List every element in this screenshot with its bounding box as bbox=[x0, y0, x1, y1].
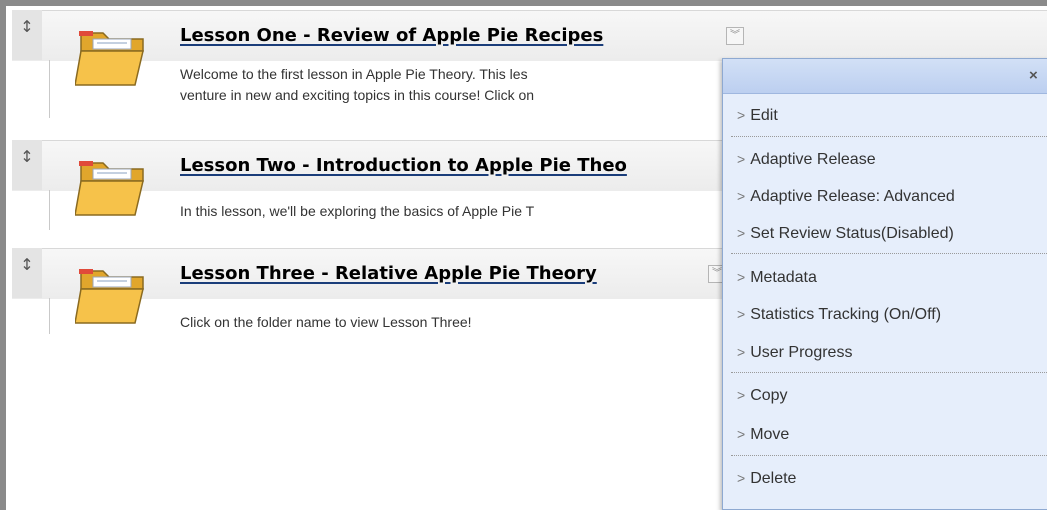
menu-separator bbox=[731, 455, 1047, 456]
item-divider bbox=[49, 190, 50, 230]
menu-item-label: Set Review Status(Disabled) bbox=[750, 225, 954, 242]
lesson-title-link[interactable]: Lesson Two - Introduction to Apple Pie T… bbox=[180, 155, 627, 176]
menu-item-adaptive-release-advanced[interactable]: > Adaptive Release: Advanced bbox=[737, 188, 955, 206]
menu-item-user-progress[interactable]: > User Progress bbox=[737, 344, 852, 362]
chevron-right-icon: > bbox=[737, 470, 746, 486]
chevron-right-icon: > bbox=[737, 188, 746, 204]
lesson-title-link[interactable]: Lesson Three - Relative Apple Pie Theory bbox=[180, 263, 597, 284]
chevron-right-icon: > bbox=[737, 151, 746, 167]
menu-item-label: Delete bbox=[750, 470, 797, 487]
chevron-down-icon[interactable]: ︾ bbox=[726, 27, 744, 45]
lesson-description: In this lesson, we'll be exploring the b… bbox=[180, 203, 535, 219]
drag-handle-icon[interactable]: ↕ bbox=[12, 10, 42, 60]
lesson-description: Welcome to the first lesson in Apple Pie… bbox=[180, 66, 528, 82]
folder-icon[interactable] bbox=[75, 155, 155, 219]
menu-item-adaptive-release[interactable]: > Adaptive Release bbox=[737, 151, 876, 169]
menu-item-move[interactable]: > Move bbox=[737, 426, 789, 444]
window-frame-top bbox=[0, 0, 1047, 6]
menu-item-label: Adaptive Release bbox=[750, 151, 876, 168]
menu-item-copy[interactable]: > Copy bbox=[737, 387, 788, 405]
menu-item-metadata[interactable]: > Metadata bbox=[737, 269, 817, 287]
item-divider bbox=[49, 298, 50, 334]
menu-item-label: User Progress bbox=[750, 344, 853, 361]
menu-item-label: Metadata bbox=[750, 269, 817, 286]
chevron-right-icon: > bbox=[737, 306, 746, 322]
item-divider bbox=[49, 60, 50, 118]
drag-handle-icon[interactable]: ↕ bbox=[12, 140, 42, 190]
lesson-title-link[interactable]: Lesson One - Review of Apple Pie Recipes bbox=[180, 25, 603, 46]
window-frame-left bbox=[0, 0, 6, 510]
menu-item-label: Adaptive Release: Advanced bbox=[750, 188, 955, 205]
folder-icon[interactable] bbox=[75, 263, 155, 327]
menu-item-label: Move bbox=[750, 426, 790, 443]
chevron-right-icon: > bbox=[737, 107, 746, 123]
menu-item-set-review-status[interactable]: > Set Review Status(Disabled) bbox=[737, 225, 954, 243]
chevron-right-icon: > bbox=[737, 225, 746, 241]
menu-item-label: Edit bbox=[750, 107, 778, 124]
menu-separator bbox=[731, 136, 1047, 137]
lesson-description: Click on the folder name to view Lesson … bbox=[180, 314, 472, 330]
menu-header bbox=[723, 59, 1047, 94]
chevron-right-icon: > bbox=[737, 344, 746, 360]
close-icon[interactable]: × bbox=[1029, 67, 1038, 84]
menu-item-statistics-tracking[interactable]: > Statistics Tracking (On/Off) bbox=[737, 306, 941, 324]
menu-separator bbox=[731, 372, 1047, 373]
item-context-menu: × > Edit > Adaptive Release > Adaptive Rele… bbox=[722, 58, 1047, 510]
chevron-right-icon: > bbox=[737, 426, 746, 442]
chevron-right-icon: > bbox=[737, 387, 746, 403]
lesson-description-line2: venture in new and exciting topics in th… bbox=[180, 87, 535, 103]
menu-item-delete[interactable]: > Delete bbox=[737, 470, 796, 488]
chevron-right-icon: > bbox=[737, 269, 746, 285]
menu-item-label: Statistics Tracking (On/Off) bbox=[750, 306, 942, 323]
folder-icon[interactable] bbox=[75, 25, 155, 89]
menu-separator bbox=[731, 253, 1047, 254]
drag-handle-icon[interactable]: ↕ bbox=[12, 248, 42, 298]
menu-item-edit[interactable]: > Edit bbox=[737, 107, 778, 125]
menu-item-label: Copy bbox=[750, 387, 788, 404]
